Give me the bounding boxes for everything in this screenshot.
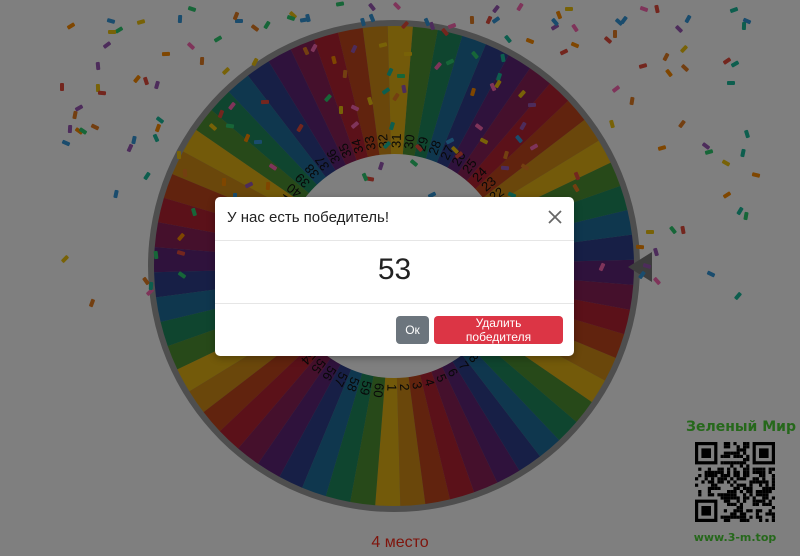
ok-button[interactable]: Ок bbox=[396, 316, 429, 344]
delete-winner-button[interactable]: Удалить победителя bbox=[434, 316, 563, 344]
modal-header: У нас есть победитель! bbox=[215, 197, 574, 241]
modal-body: 53 bbox=[215, 241, 574, 304]
modal-title: У нас есть победитель! bbox=[227, 209, 389, 226]
modal-footer: Ок Удалить победителя bbox=[215, 304, 574, 356]
winner-number: 53 bbox=[377, 253, 412, 286]
close-icon[interactable] bbox=[544, 206, 566, 228]
winner-modal: У нас есть победитель! 53 Ок Удалить поб… bbox=[215, 197, 574, 356]
